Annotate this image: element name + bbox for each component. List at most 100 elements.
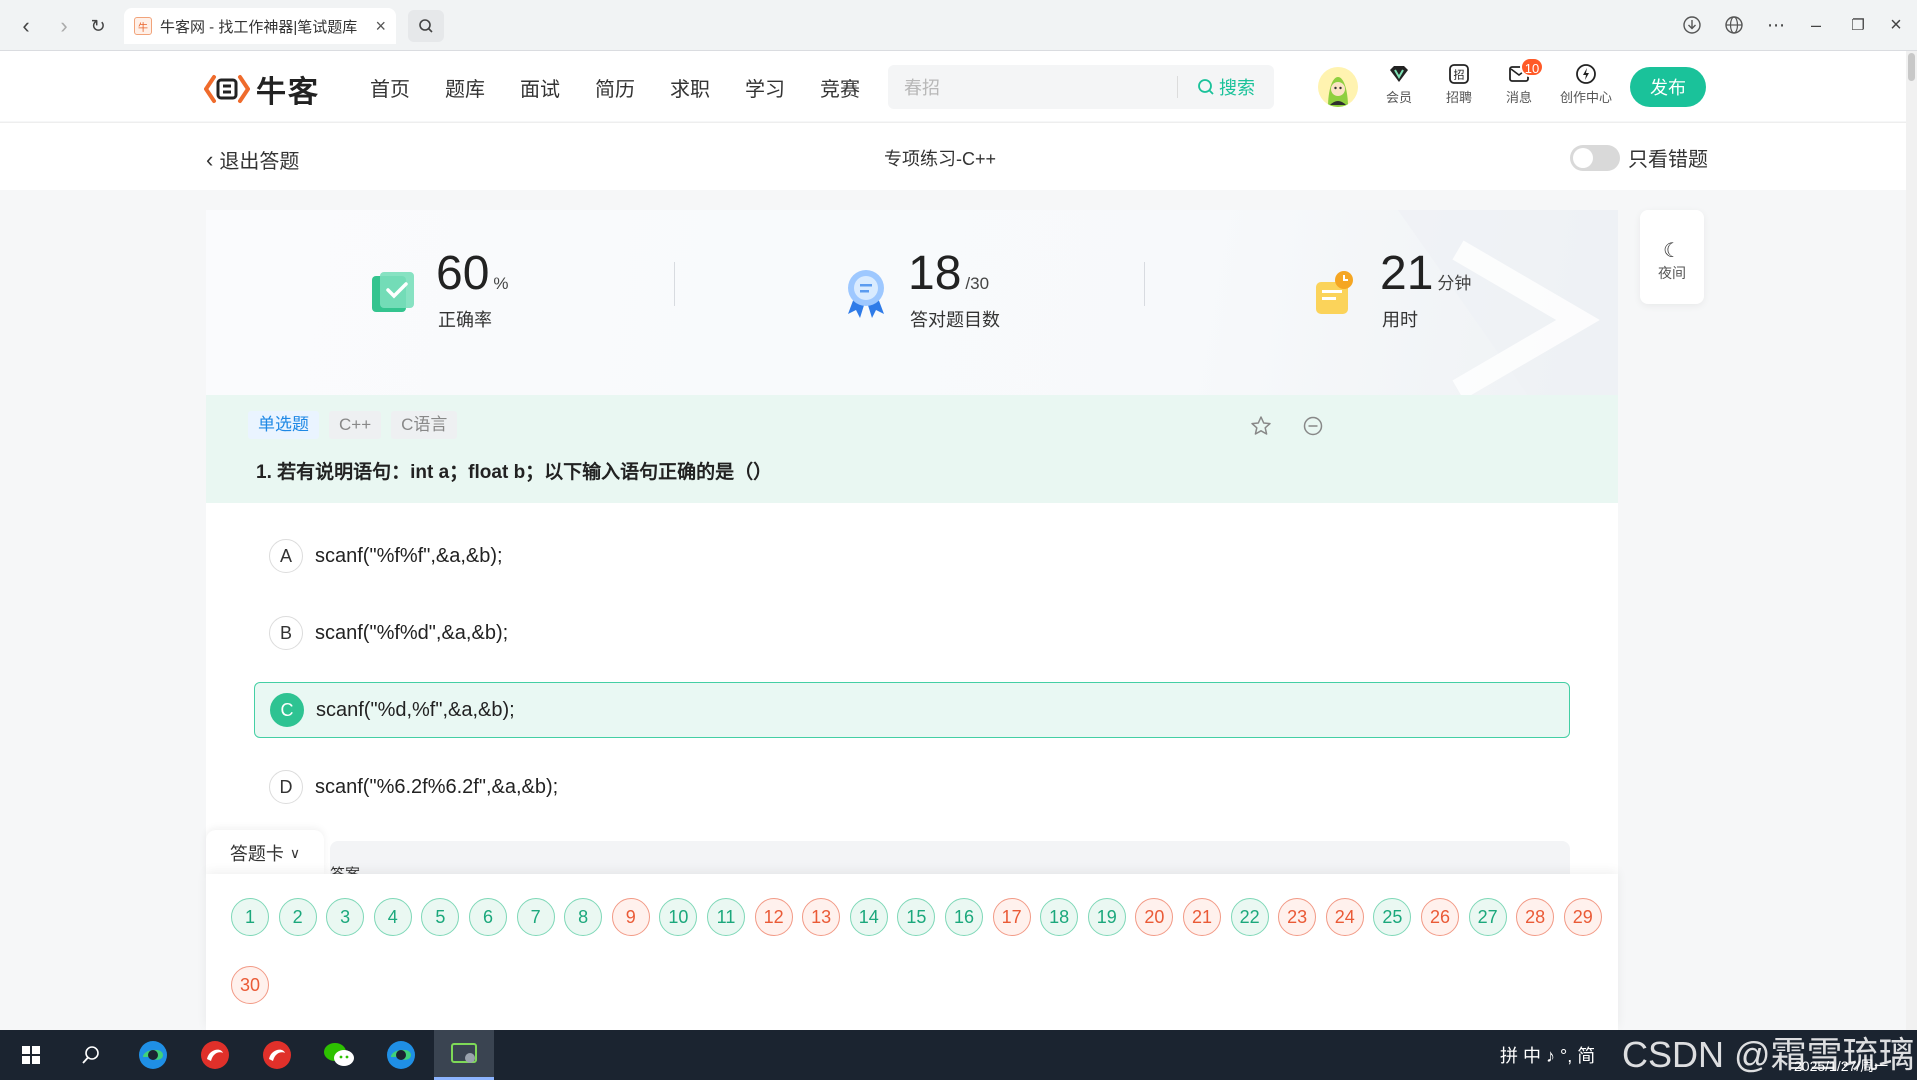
answer-card-item[interactable]: 9 [611,898,650,936]
globe-icon[interactable] [1718,10,1750,40]
remove-circle-icon[interactable] [1300,413,1326,439]
answer-card-item[interactable]: 23 [1278,898,1317,936]
accuracy-value: 60 [436,247,490,300]
nav-item-interview[interactable]: 面试 [520,73,560,102]
minimize-icon[interactable]: – [1800,10,1832,40]
answer-card-item[interactable]: 1 [231,898,269,936]
night-mode-button[interactable]: ☾ 夜间 [1640,210,1704,304]
option-text: scanf("%f%d",&a,&b); [315,621,509,644]
main-nav: 首页 题库 面试 简历 求职 学习 竞赛 [370,73,895,102]
answer-card-item[interactable]: 21 [1183,898,1221,936]
taskbar-search-icon[interactable] [62,1030,120,1080]
edge-browser-icon[interactable] [124,1030,182,1080]
answer-card-item[interactable]: 16 [945,898,983,936]
create-center-entry[interactable]: 创作中心 [1554,61,1618,106]
active-app-icon[interactable] [434,1030,494,1080]
check-book-icon [366,264,422,320]
search-bar: 春招 搜索 [888,65,1274,109]
app-red-icon[interactable] [186,1030,244,1080]
nav-item-home[interactable]: 首页 [370,73,410,102]
close-tab-icon[interactable]: × [375,16,386,37]
answer-card-item[interactable]: 5 [421,898,460,936]
answer-card-item[interactable]: 6 [469,898,507,936]
answer-card-item[interactable]: 11 [707,898,745,936]
answer-card-item[interactable]: 29 [1563,898,1602,936]
answer-card-item[interactable]: 22 [1230,898,1269,936]
restore-icon[interactable]: ❐ [1842,10,1874,40]
vip-entry[interactable]: 会员 [1370,61,1428,106]
answer-card-item[interactable]: 27 [1468,898,1507,936]
answer-card-item[interactable]: 24 [1325,898,1364,936]
time-label: 用时 [1382,310,1418,330]
message-badge: 10 [1520,57,1544,77]
answer-card-item[interactable]: 26 [1421,898,1459,936]
answer-card-item[interactable]: 19 [1087,898,1126,936]
nav-item-resume[interactable]: 简历 [595,73,635,102]
nav-item-learn[interactable]: 学习 [745,73,785,102]
option-b[interactable]: B scanf("%f%d",&a,&b); [254,605,1570,661]
back-arrow-icon[interactable]: ‹ [12,12,40,40]
nav-item-contest[interactable]: 竞赛 [820,73,860,102]
answer-card-item[interactable]: 25 [1373,898,1412,936]
reload-icon[interactable]: ↻ [84,12,112,40]
moon-icon: ☾ [1663,240,1681,262]
windows-start-icon[interactable] [2,1030,60,1080]
avatar[interactable] [1318,67,1358,107]
decorative-background [1398,210,1618,395]
answer-card-item[interactable]: 7 [516,898,555,936]
answer-card-item[interactable]: 14 [849,898,888,936]
answer-card-sheet: 1 2 3 4 5 6 7 8 9 10 11 12 13 14 15 16 17 18 19 20 21 22 23 24 2… [206,874,1618,1030]
browser-tab[interactable]: 牛 牛客网 - 找工作神器|笔试题库 × [124,8,396,44]
answer-card-item[interactable]: 13 [802,898,841,936]
wechat-icon[interactable] [310,1030,368,1080]
answer-card-item[interactable]: 8 [564,898,603,936]
option-a[interactable]: A scanf("%f%f",&a,&b); [254,528,1570,584]
search-input[interactable]: 春招 [888,74,1177,100]
answer-card-item[interactable]: 12 [754,898,793,936]
favorite-star-icon[interactable] [1248,413,1274,439]
app-red-icon[interactable] [248,1030,306,1080]
option-d[interactable]: D scanf("%6.2f%6.2f",&a,&b); [254,759,1570,815]
forward-arrow-icon[interactable]: › [50,12,78,40]
answer-card-item[interactable]: 20 [1135,898,1174,936]
search-button[interactable]: 搜索 [1178,74,1274,100]
nav-item-jobs[interactable]: 求职 [670,73,710,102]
answer-card-item[interactable]: 2 [278,898,317,936]
accuracy-label: 正确率 [438,310,492,330]
recruit-entry[interactable]: 招 招聘 [1430,61,1488,106]
publish-button[interactable]: 发布 [1630,67,1706,107]
svg-text:招: 招 [1454,68,1465,82]
logo[interactable]: 牛客 [203,67,320,111]
answer-card-item[interactable]: 15 [897,898,936,936]
download-icon[interactable] [1676,10,1708,40]
answer-card-item[interactable]: 18 [1040,898,1079,936]
tab-search-icon[interactable] [408,10,444,42]
answer-card-item[interactable]: 28 [1516,898,1555,936]
option-text: scanf("%f%f",&a,&b); [315,544,503,567]
option-letter: D [269,770,303,804]
answer-card-item[interactable]: 4 [373,898,412,936]
answer-card-toggle[interactable]: 答题卡 ∨ [206,830,324,876]
award-icon [838,264,894,320]
option-letter: B [269,616,303,650]
tag-language-c[interactable]: C语言 [391,411,458,439]
more-icon[interactable]: ⋯ [1760,10,1792,40]
message-entry[interactable]: 10 消息 [1490,57,1548,106]
close-window-icon[interactable]: × [1880,10,1912,40]
scrollbar-thumb[interactable] [1908,53,1915,81]
stat-divider [1144,262,1145,306]
tag-language-cpp[interactable]: C++ [329,411,382,439]
page-scrollbar[interactable] [1906,51,1917,1031]
answer-card-item[interactable]: 17 [992,898,1031,936]
answer-card-item[interactable]: 30 [231,966,269,1004]
wrong-only-toggle[interactable]: 只看错题 [1570,143,1708,172]
answer-card-item[interactable]: 3 [326,898,365,936]
toggle-switch[interactable] [1570,144,1620,171]
edge-browser-icon[interactable] [372,1030,430,1080]
browser-chrome: ‹ › ↻ 牛 牛客网 - 找工作神器|笔试题库 × ⋯ – ❐ × [0,0,1917,51]
time-value: 21 [1380,247,1434,300]
nav-item-question-bank[interactable]: 题库 [445,73,485,102]
correct-unit: /30 [965,274,990,293]
option-c-selected[interactable]: C scanf("%d,%f",&a,&b); [254,682,1570,738]
answer-card-item[interactable]: 10 [659,898,698,936]
